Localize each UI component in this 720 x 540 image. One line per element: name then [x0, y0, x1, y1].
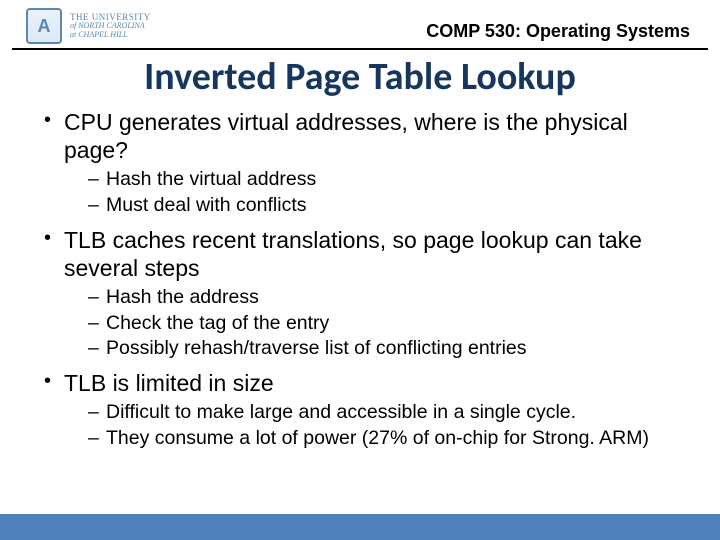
slide-content: CPU generates virtual addresses, where i…: [0, 108, 720, 451]
slide-title: Inverted Page Table Lookup: [0, 54, 720, 100]
logo-seal-icon: A: [26, 8, 62, 44]
sub-item: They consume a lot of power (27% of on-c…: [88, 427, 692, 451]
sub-list: Hash the address Check the tag of the en…: [88, 286, 692, 361]
sub-item: Check the tag of the entry: [88, 312, 692, 336]
bullet-list: CPU generates virtual addresses, where i…: [44, 108, 692, 451]
university-logo: A THE UNIVERSITY of NORTH CAROLINA at CH…: [26, 8, 151, 44]
slide: A THE UNIVERSITY of NORTH CAROLINA at CH…: [0, 0, 720, 540]
sub-list: Difficult to make large and accessible i…: [88, 401, 692, 451]
logo-text: THE UNIVERSITY of NORTH CAROLINA at CHAP…: [70, 13, 151, 39]
slide-header: A THE UNIVERSITY of NORTH CAROLINA at CH…: [12, 0, 708, 50]
sub-item: Difficult to make large and accessible i…: [88, 401, 692, 425]
sub-list: Hash the virtual address Must deal with …: [88, 168, 692, 218]
sub-item: Hash the address: [88, 286, 692, 310]
logo-line-3: at CHAPEL HILL: [70, 31, 151, 39]
sub-item: Hash the virtual address: [88, 168, 692, 192]
bullet-text: TLB is limited in size: [64, 370, 274, 396]
footer-bar: [0, 514, 720, 540]
sub-item: Must deal with conflicts: [88, 194, 692, 218]
bullet-text: TLB caches recent translations, so page …: [64, 227, 642, 281]
bullet-item: TLB caches recent translations, so page …: [44, 226, 692, 361]
bullet-item: TLB is limited in size Difficult to make…: [44, 369, 692, 451]
bullet-text: CPU generates virtual addresses, where i…: [64, 109, 628, 163]
bullet-item: CPU generates virtual addresses, where i…: [44, 108, 692, 218]
logo-seal-letter: A: [38, 16, 51, 37]
sub-item: Possibly rehash/traverse list of conflic…: [88, 337, 692, 361]
course-title: COMP 530: Operating Systems: [426, 21, 690, 44]
